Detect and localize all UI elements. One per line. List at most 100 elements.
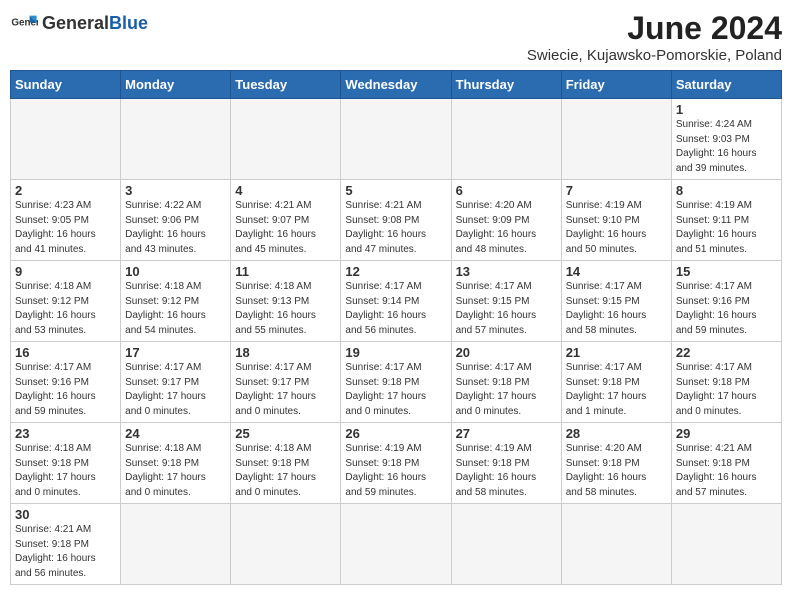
day-info: Sunrise: 4:19 AM Sunset: 9:10 PM Dayligh… xyxy=(566,199,667,257)
day-number: 20 xyxy=(456,345,557,360)
calendar-cell: 1Sunrise: 4:24 AM Sunset: 9:03 PM Daylig… xyxy=(671,99,781,180)
day-info: Sunrise: 4:22 AM Sunset: 9:06 PM Dayligh… xyxy=(125,199,226,257)
day-number: 29 xyxy=(676,426,777,441)
calendar-cell xyxy=(231,504,341,585)
day-info: Sunrise: 4:17 AM Sunset: 9:16 PM Dayligh… xyxy=(15,361,116,419)
day-of-week-header: Tuesday xyxy=(231,71,341,99)
calendar-cell: 14Sunrise: 4:17 AM Sunset: 9:15 PM Dayli… xyxy=(561,261,671,342)
calendar-cell: 15Sunrise: 4:17 AM Sunset: 9:16 PM Dayli… xyxy=(671,261,781,342)
calendar-cell: 4Sunrise: 4:21 AM Sunset: 9:07 PM Daylig… xyxy=(231,180,341,261)
day-info: Sunrise: 4:21 AM Sunset: 9:18 PM Dayligh… xyxy=(15,523,116,581)
day-info: Sunrise: 4:20 AM Sunset: 9:09 PM Dayligh… xyxy=(456,199,557,257)
day-info: Sunrise: 4:17 AM Sunset: 9:15 PM Dayligh… xyxy=(456,280,557,338)
calendar-cell: 7Sunrise: 4:19 AM Sunset: 9:10 PM Daylig… xyxy=(561,180,671,261)
calendar-cell: 22Sunrise: 4:17 AM Sunset: 9:18 PM Dayli… xyxy=(671,342,781,423)
day-info: Sunrise: 4:19 AM Sunset: 9:18 PM Dayligh… xyxy=(456,442,557,500)
calendar-cell: 12Sunrise: 4:17 AM Sunset: 9:14 PM Dayli… xyxy=(341,261,451,342)
day-number: 22 xyxy=(676,345,777,360)
calendar-cell: 18Sunrise: 4:17 AM Sunset: 9:17 PM Dayli… xyxy=(231,342,341,423)
day-number: 23 xyxy=(15,426,116,441)
day-of-week-header: Friday xyxy=(561,71,671,99)
day-info: Sunrise: 4:17 AM Sunset: 9:14 PM Dayligh… xyxy=(345,280,446,338)
day-number: 24 xyxy=(125,426,226,441)
day-number: 16 xyxy=(15,345,116,360)
day-info: Sunrise: 4:23 AM Sunset: 9:05 PM Dayligh… xyxy=(15,199,116,257)
location-subtitle: Swiecie, Kujawsko-Pomorskie, Poland xyxy=(527,47,782,64)
calendar-cell: 13Sunrise: 4:17 AM Sunset: 9:15 PM Dayli… xyxy=(451,261,561,342)
day-info: Sunrise: 4:18 AM Sunset: 9:18 PM Dayligh… xyxy=(15,442,116,500)
day-number: 14 xyxy=(566,264,667,279)
calendar-cell xyxy=(231,99,341,180)
calendar-table: SundayMondayTuesdayWednesdayThursdayFrid… xyxy=(10,70,782,585)
day-number: 4 xyxy=(235,183,336,198)
day-info: Sunrise: 4:17 AM Sunset: 9:18 PM Dayligh… xyxy=(676,361,777,419)
day-info: Sunrise: 4:24 AM Sunset: 9:03 PM Dayligh… xyxy=(676,118,777,176)
day-info: Sunrise: 4:19 AM Sunset: 9:11 PM Dayligh… xyxy=(676,199,777,257)
day-number: 15 xyxy=(676,264,777,279)
day-number: 25 xyxy=(235,426,336,441)
generalblue-logo-icon: General xyxy=(10,10,38,38)
day-info: Sunrise: 4:19 AM Sunset: 9:18 PM Dayligh… xyxy=(345,442,446,500)
day-info: Sunrise: 4:20 AM Sunset: 9:18 PM Dayligh… xyxy=(566,442,667,500)
day-number: 28 xyxy=(566,426,667,441)
day-number: 27 xyxy=(456,426,557,441)
calendar-cell xyxy=(341,99,451,180)
day-number: 10 xyxy=(125,264,226,279)
logo-text: GeneralBlue xyxy=(42,14,148,34)
day-info: Sunrise: 4:17 AM Sunset: 9:15 PM Dayligh… xyxy=(566,280,667,338)
day-info: Sunrise: 4:21 AM Sunset: 9:07 PM Dayligh… xyxy=(235,199,336,257)
day-of-week-header: Saturday xyxy=(671,71,781,99)
calendar-cell: 17Sunrise: 4:17 AM Sunset: 9:17 PM Dayli… xyxy=(121,342,231,423)
calendar-cell xyxy=(121,504,231,585)
day-info: Sunrise: 4:17 AM Sunset: 9:18 PM Dayligh… xyxy=(566,361,667,419)
calendar-cell: 11Sunrise: 4:18 AM Sunset: 9:13 PM Dayli… xyxy=(231,261,341,342)
calendar-cell: 19Sunrise: 4:17 AM Sunset: 9:18 PM Dayli… xyxy=(341,342,451,423)
day-number: 13 xyxy=(456,264,557,279)
day-info: Sunrise: 4:21 AM Sunset: 9:08 PM Dayligh… xyxy=(345,199,446,257)
calendar-cell xyxy=(451,504,561,585)
day-info: Sunrise: 4:18 AM Sunset: 9:12 PM Dayligh… xyxy=(15,280,116,338)
calendar-cell: 21Sunrise: 4:17 AM Sunset: 9:18 PM Dayli… xyxy=(561,342,671,423)
day-number: 12 xyxy=(345,264,446,279)
calendar-cell: 25Sunrise: 4:18 AM Sunset: 9:18 PM Dayli… xyxy=(231,423,341,504)
calendar-cell: 6Sunrise: 4:20 AM Sunset: 9:09 PM Daylig… xyxy=(451,180,561,261)
calendar-cell: 23Sunrise: 4:18 AM Sunset: 9:18 PM Dayli… xyxy=(11,423,121,504)
calendar-cell: 5Sunrise: 4:21 AM Sunset: 9:08 PM Daylig… xyxy=(341,180,451,261)
day-number: 9 xyxy=(15,264,116,279)
calendar-cell xyxy=(671,504,781,585)
calendar-cell xyxy=(121,99,231,180)
day-number: 5 xyxy=(345,183,446,198)
day-of-week-header: Sunday xyxy=(11,71,121,99)
calendar-header-row: SundayMondayTuesdayWednesdayThursdayFrid… xyxy=(11,71,782,99)
day-info: Sunrise: 4:17 AM Sunset: 9:18 PM Dayligh… xyxy=(345,361,446,419)
day-of-week-header: Wednesday xyxy=(341,71,451,99)
day-info: Sunrise: 4:18 AM Sunset: 9:18 PM Dayligh… xyxy=(125,442,226,500)
day-info: Sunrise: 4:18 AM Sunset: 9:13 PM Dayligh… xyxy=(235,280,336,338)
calendar-cell: 20Sunrise: 4:17 AM Sunset: 9:18 PM Dayli… xyxy=(451,342,561,423)
logo: General GeneralBlue xyxy=(10,10,148,38)
day-number: 11 xyxy=(235,264,336,279)
calendar-cell: 26Sunrise: 4:19 AM Sunset: 9:18 PM Dayli… xyxy=(341,423,451,504)
day-number: 26 xyxy=(345,426,446,441)
day-of-week-header: Thursday xyxy=(451,71,561,99)
calendar-cell: 16Sunrise: 4:17 AM Sunset: 9:16 PM Dayli… xyxy=(11,342,121,423)
day-info: Sunrise: 4:17 AM Sunset: 9:17 PM Dayligh… xyxy=(125,361,226,419)
calendar-cell: 3Sunrise: 4:22 AM Sunset: 9:06 PM Daylig… xyxy=(121,180,231,261)
calendar-cell xyxy=(11,99,121,180)
day-info: Sunrise: 4:18 AM Sunset: 9:18 PM Dayligh… xyxy=(235,442,336,500)
day-number: 1 xyxy=(676,102,777,117)
header: General GeneralBlue June 2024 Swiecie, K… xyxy=(10,10,782,64)
calendar-cell: 30Sunrise: 4:21 AM Sunset: 9:18 PM Dayli… xyxy=(11,504,121,585)
calendar-cell: 28Sunrise: 4:20 AM Sunset: 9:18 PM Dayli… xyxy=(561,423,671,504)
day-number: 7 xyxy=(566,183,667,198)
calendar-cell: 2Sunrise: 4:23 AM Sunset: 9:05 PM Daylig… xyxy=(11,180,121,261)
day-number: 8 xyxy=(676,183,777,198)
day-info: Sunrise: 4:17 AM Sunset: 9:16 PM Dayligh… xyxy=(676,280,777,338)
day-number: 17 xyxy=(125,345,226,360)
calendar-cell xyxy=(451,99,561,180)
calendar-cell: 24Sunrise: 4:18 AM Sunset: 9:18 PM Dayli… xyxy=(121,423,231,504)
calendar-cell: 8Sunrise: 4:19 AM Sunset: 9:11 PM Daylig… xyxy=(671,180,781,261)
day-number: 6 xyxy=(456,183,557,198)
calendar-cell: 10Sunrise: 4:18 AM Sunset: 9:12 PM Dayli… xyxy=(121,261,231,342)
calendar-cell xyxy=(561,504,671,585)
